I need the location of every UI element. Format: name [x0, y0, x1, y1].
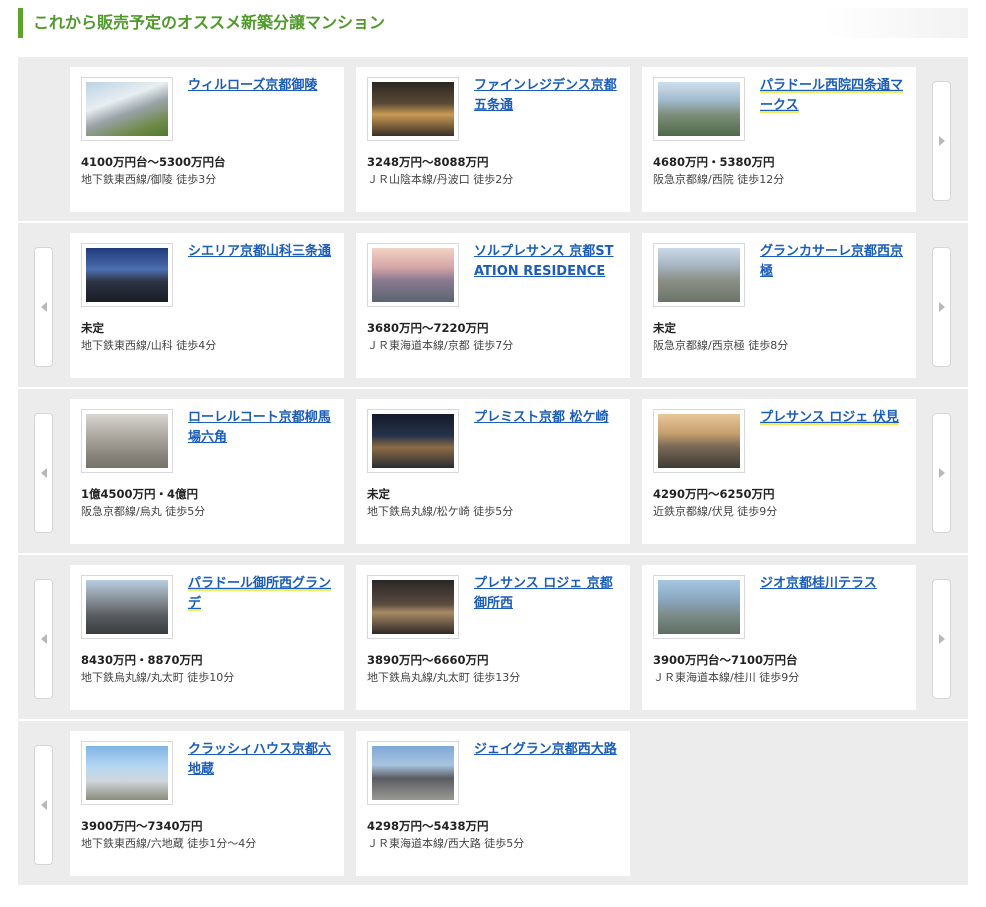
property-price: 未定 [81, 321, 104, 335]
map-aerial-photo-icon [86, 414, 168, 468]
property-card[interactable]: ウィルローズ京都御陵 4100万円台～5300万円台 地下鉄東西線/御陵 徒歩3… [70, 67, 344, 212]
property-thumbnail[interactable] [367, 77, 459, 141]
property-card[interactable]: ソルプレサンス 京都STATION RESIDENCE 3680万円～7220万… [356, 233, 630, 378]
property-card[interactable]: プレサンス ロジェ 伏見 4290万円～6250万円 近鉄京都線/伏見 徒歩9分 [642, 399, 916, 544]
property-access: 阪急京都線/西京極 徒歩8分 [653, 339, 789, 352]
dusk-building-photo-icon [86, 248, 168, 302]
carousel-row: ウィルローズ京都御陵 4100万円台～5300万円台 地下鉄東西線/御陵 徒歩3… [18, 57, 968, 221]
sunset-view-photo-icon [372, 248, 454, 302]
aerial-photo-icon [658, 82, 740, 136]
property-thumbnail[interactable] [367, 741, 459, 805]
carousel-prev-button[interactable] [34, 579, 53, 699]
carousel-next-button[interactable] [932, 81, 951, 201]
property-title-link[interactable]: グランカサーレ京都西京極 [760, 242, 906, 282]
section-title: これから販売予定のオススメ新築分譲マンション [18, 8, 968, 38]
property-title-link[interactable]: ジオ京都桂川テラス [760, 574, 906, 594]
property-card[interactable]: ローレルコート京都柳馬場六角 1億4500万円・4億円 阪急京都線/烏丸 徒歩5… [70, 399, 344, 544]
property-thumbnail[interactable] [653, 243, 745, 307]
property-card[interactable]: グランカサーレ京都西京極 未定 阪急京都線/西京極 徒歩8分 [642, 233, 916, 378]
property-card[interactable]: プレミスト京都 松ケ崎 未定 地下鉄烏丸線/松ケ崎 徒歩5分 [356, 399, 630, 544]
property-card[interactable]: シエリア京都山科三条通 未定 地下鉄東西線/山科 徒歩4分 [70, 233, 344, 378]
carousel-prev-button[interactable] [34, 413, 53, 533]
property-price: 3890万円～6660万円 [367, 653, 489, 667]
property-access: ＪＲ東海道本線/西大路 徒歩5分 [367, 837, 525, 850]
lobby-photo-icon [372, 580, 454, 634]
property-thumbnail[interactable] [653, 575, 745, 639]
property-price: 8430万円・8870万円 [81, 653, 203, 667]
property-card[interactable]: パラドール御所西グランデ 8430万円・8870万円 地下鉄烏丸線/丸太町 徒歩… [70, 565, 344, 710]
aerial-blue-photo-icon [658, 580, 740, 634]
property-title-link[interactable]: ファインレジデンス京都五条通 [474, 76, 620, 116]
property-title-link[interactable]: ソルプレサンス 京都STATION RESIDENCE [474, 242, 620, 282]
property-access: 近鉄京都線/伏見 徒歩9分 [653, 505, 778, 518]
property-thumbnail[interactable] [81, 77, 173, 141]
property-price: 3900万円～7340万円 [81, 819, 203, 833]
property-access: 阪急京都線/烏丸 徒歩5分 [81, 505, 206, 518]
property-access: ＪＲ東海道本線/京都 徒歩7分 [367, 339, 514, 352]
property-price: 未定 [653, 321, 676, 335]
property-thumbnail[interactable] [367, 409, 459, 473]
property-thumbnail[interactable] [81, 575, 173, 639]
property-title-link[interactable]: クラッシィハウス京都六地蔵 [188, 740, 334, 780]
carousel-prev-button[interactable] [34, 247, 53, 367]
property-price: 3900万円台～7100万円台 [653, 653, 798, 667]
property-card[interactable]: プレサンス ロジェ 京都御所西 3890万円～6660万円 地下鉄烏丸線/丸太町… [356, 565, 630, 710]
property-price: 4680万円・5380万円 [653, 155, 775, 169]
night-terrace-photo-icon [372, 414, 454, 468]
property-title-link[interactable]: シエリア京都山科三条通 [188, 242, 334, 262]
building-photo-icon [86, 82, 168, 136]
property-access: 地下鉄烏丸線/松ケ崎 徒歩5分 [367, 505, 514, 518]
property-title-link[interactable]: ウィルローズ京都御陵 [188, 76, 334, 96]
property-card[interactable]: ジオ京都桂川テラス 3900万円台～7100万円台 ＪＲ東海道本線/桂川 徒歩9… [642, 565, 916, 710]
carousel-next-button[interactable] [932, 413, 951, 533]
carousel-row: パラドール御所西グランデ 8430万円・8870万円 地下鉄烏丸線/丸太町 徒歩… [18, 555, 968, 719]
property-title-link[interactable]: パラドール西院四条通マークス [760, 76, 906, 116]
carousel-row: シエリア京都山科三条通 未定 地下鉄東西線/山科 徒歩4分 ソルプレサンス 京都… [18, 223, 968, 387]
property-access: 地下鉄烏丸線/丸太町 徒歩13分 [367, 671, 521, 684]
property-access: 阪急京都線/西院 徒歩12分 [653, 173, 785, 186]
tower-sky-photo-icon [86, 746, 168, 800]
property-title-link[interactable]: パラドール御所西グランデ [188, 574, 334, 614]
property-thumbnail[interactable] [81, 409, 173, 473]
property-title-link[interactable]: ローレルコート京都柳馬場六角 [188, 408, 334, 448]
carousel-next-button[interactable] [932, 579, 951, 699]
property-price: 1億4500万円・4億円 [81, 487, 199, 501]
property-price: 未定 [367, 487, 390, 501]
carousel-next-button[interactable] [932, 247, 951, 367]
sunset-city-photo-icon [658, 414, 740, 468]
facade-photo-icon [86, 580, 168, 634]
property-access: ＪＲ東海道本線/桂川 徒歩9分 [653, 671, 800, 684]
property-thumbnail[interactable] [81, 243, 173, 307]
carousel-row: ローレルコート京都柳馬場六角 1億4500万円・4億円 阪急京都線/烏丸 徒歩5… [18, 389, 968, 553]
property-card[interactable]: ジェイグラン京都西大路 4298万円～5438万円 ＪＲ東海道本線/西大路 徒歩… [356, 731, 630, 876]
property-title-link[interactable]: ジェイグラン京都西大路 [474, 740, 620, 760]
property-title-link[interactable]: プレサンス ロジェ 伏見 [760, 408, 906, 428]
property-thumbnail[interactable] [81, 741, 173, 805]
property-price: 3248万円～8088万円 [367, 155, 489, 169]
property-access: 地下鉄東西線/山科 徒歩4分 [81, 339, 217, 352]
property-card[interactable]: パラドール西院四条通マークス 4680万円・5380万円 阪急京都線/西院 徒歩… [642, 67, 916, 212]
property-access: ＪＲ山陰本線/丹波口 徒歩2分 [367, 173, 514, 186]
property-card[interactable]: ファインレジデンス京都五条通 3248万円～8088万円 ＪＲ山陰本線/丹波口 … [356, 67, 630, 212]
night-entrance-photo-icon [372, 82, 454, 136]
property-title-link[interactable]: プレミスト京都 松ケ崎 [474, 408, 620, 428]
grey-building-photo-icon [372, 746, 454, 800]
property-price: 4290万円～6250万円 [653, 487, 775, 501]
property-thumbnail[interactable] [653, 77, 745, 141]
property-access: 地下鉄烏丸線/丸太町 徒歩10分 [81, 671, 235, 684]
carousel-prev-button[interactable] [34, 745, 53, 865]
aerial-city-photo-icon [658, 248, 740, 302]
property-title-link[interactable]: プレサンス ロジェ 京都御所西 [474, 574, 620, 614]
property-thumbnail[interactable] [367, 575, 459, 639]
property-price: 3680万円～7220万円 [367, 321, 489, 335]
property-access: 地下鉄東西線/御陵 徒歩3分 [81, 173, 217, 186]
property-price: 4100万円台～5300万円台 [81, 155, 226, 169]
property-price: 4298万円～5438万円 [367, 819, 489, 833]
property-card[interactable]: クラッシィハウス京都六地蔵 3900万円～7340万円 地下鉄東西線/六地蔵 徒… [70, 731, 344, 876]
carousel-row: クラッシィハウス京都六地蔵 3900万円～7340万円 地下鉄東西線/六地蔵 徒… [18, 721, 968, 885]
property-thumbnail[interactable] [653, 409, 745, 473]
property-thumbnail[interactable] [367, 243, 459, 307]
property-access: 地下鉄東西線/六地蔵 徒歩1分～4分 [81, 837, 257, 850]
